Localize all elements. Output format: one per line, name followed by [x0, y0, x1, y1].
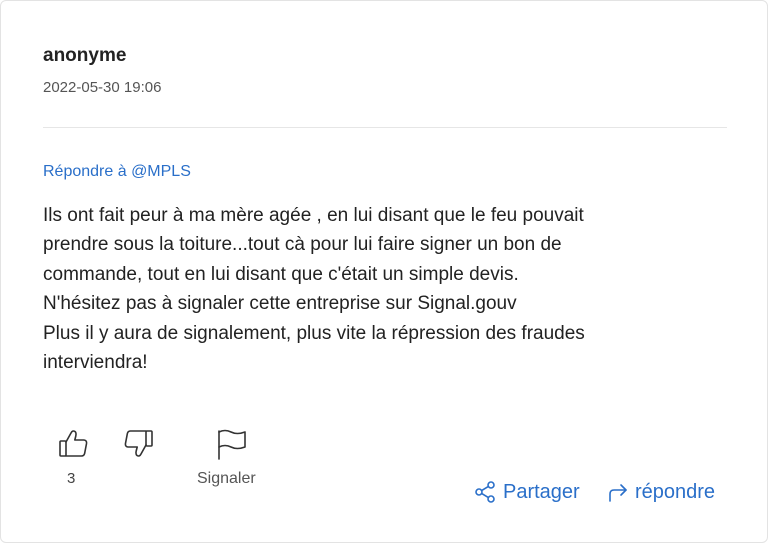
- thumbs-down-icon: [121, 427, 155, 461]
- comment-body-line: Plus il y aura de signalement, plus vite…: [43, 322, 585, 344]
- comment-date: 2022-05-30 19:06: [43, 79, 162, 96]
- like-count: 3: [67, 470, 76, 487]
- reply-to-link[interactable]: Répondre à @MPLS: [43, 163, 191, 181]
- comment-body-line: commande, tout en lui disant que c'était…: [43, 263, 519, 285]
- divider: [43, 127, 727, 128]
- comment-body-line: prendre sous la toiture...tout cà pour l…: [43, 234, 562, 256]
- report-button[interactable]: [215, 427, 253, 461]
- reply-arrow-icon: [607, 481, 629, 503]
- comment-body: Ils ont fait peur à ma mère agée , en lu…: [43, 201, 733, 377]
- comment-body-line: interviendra!: [43, 352, 148, 374]
- reply-button[interactable]: répondre: [607, 479, 715, 505]
- comment-author: anonyme: [43, 45, 127, 66]
- like-button[interactable]: [57, 427, 91, 461]
- flag-icon: [215, 427, 253, 461]
- reply-label: répondre: [635, 480, 716, 503]
- comment-card: anonyme 2022-05-30 19:06 Répondre à @MPL…: [0, 0, 768, 543]
- share-button[interactable]: Partager: [473, 479, 580, 505]
- share-icon: [473, 480, 497, 504]
- comment-body-line: Ils ont fait peur à ma mère agée , en lu…: [43, 205, 584, 226]
- comment-body-line: N'hésitez pas à signaler cette entrepris…: [43, 293, 517, 315]
- report-label[interactable]: Signaler: [197, 470, 256, 488]
- dislike-button[interactable]: [121, 427, 155, 461]
- thumbs-up-icon: [57, 427, 91, 461]
- share-label: Partager: [503, 480, 580, 503]
